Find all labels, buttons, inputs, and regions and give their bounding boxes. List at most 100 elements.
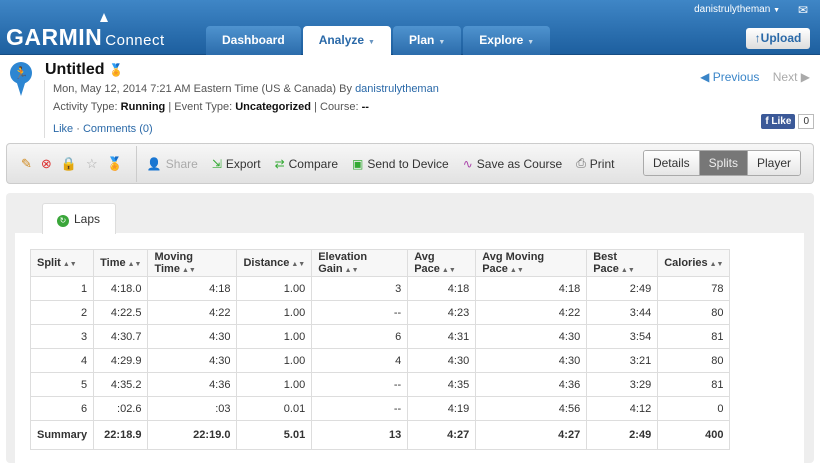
save-as-course-button[interactable]: ∿ Save as Course (463, 157, 562, 171)
splits-view-button[interactable]: Splits (698, 151, 747, 175)
table-cell: 2 (29, 300, 95, 325)
table-cell: 4:30 (147, 324, 238, 349)
column-header[interactable]: Moving Time ▲▼ (147, 249, 238, 277)
column-header[interactable]: Best Pace ▲▼ (586, 249, 659, 277)
table-cell: 4:30.7 (93, 324, 149, 349)
column-header[interactable]: Elevation Gain ▲▼ (311, 249, 409, 277)
lock-icon[interactable]: 🔒 (61, 156, 77, 172)
fb-like-label: Like (771, 116, 792, 127)
table-cell: 4:36 (147, 372, 238, 397)
table-cell: 4:18 (147, 276, 238, 301)
table-cell: 81 (657, 324, 731, 349)
table-cell: 4:35.2 (93, 372, 149, 397)
table-cell: 4:30 (407, 348, 477, 373)
like-link[interactable]: Like (53, 123, 73, 135)
compare-button[interactable]: ⇄ Compare (275, 157, 338, 171)
laps-tab-label: Laps (74, 212, 101, 226)
summary-cell: 2:49 (586, 420, 659, 450)
table-cell: 4:31 (407, 324, 477, 349)
table-cell: 4:18 (475, 276, 588, 301)
summary-cell: 5.01 (236, 420, 313, 450)
compare-label: Compare (288, 156, 338, 171)
sort-icon: ▲▼ (127, 261, 142, 268)
tab-analyze[interactable]: Analyze ▼ (302, 26, 391, 55)
summary-cell: 22:18.9 (93, 420, 149, 450)
sort-icon: ▲▼ (509, 267, 524, 274)
table-cell: 80 (657, 348, 731, 373)
table-row: 5 4:35.2 4:36 1.00 -- 4:35 4:36 3:29 81 (29, 372, 731, 397)
send-to-device-button[interactable]: ▣ Send to Device (352, 157, 449, 171)
summary-cell: 22:19.0 (147, 420, 238, 450)
activity-title[interactable]: Untitled 🏅 (45, 61, 124, 79)
garmin-connect-logo[interactable]: GARMIN Connect (6, 13, 165, 51)
column-header[interactable]: Calories ▲▼ (657, 249, 731, 277)
save-course-label: Save as Course (476, 156, 563, 171)
table-cell: 1.00 (236, 324, 313, 349)
table-cell: 1.00 (236, 372, 313, 397)
main-nav: Dashboard Analyze ▼ Plan ▼ Explore ▼ (206, 26, 551, 55)
upload-button[interactable]: ↑Upload (746, 28, 810, 49)
next-link[interactable]: Next ▶ (773, 70, 810, 84)
previous-label: Previous (712, 70, 760, 84)
next-label: Next (772, 70, 798, 84)
table-cell: 4:22 (147, 300, 238, 325)
badge-icon[interactable]: 🏅 (107, 156, 123, 172)
table-cell: 4:18.0 (93, 276, 149, 301)
table-cell: 80 (657, 300, 731, 325)
star-icon[interactable]: ☆ (86, 156, 98, 172)
chevron-down-icon: ▼ (527, 39, 535, 46)
player-view-button[interactable]: Player (746, 151, 800, 175)
tab-dashboard[interactable]: Dashboard (206, 26, 301, 55)
activity-meta: Mon, May 12, 2014 7:21 AM Eastern Time (… (44, 80, 439, 138)
previous-link[interactable]: ◀ Previous (700, 70, 759, 84)
owner-link[interactable]: danistrulytheman (355, 83, 439, 95)
export-button[interactable]: ⇲ Export (212, 157, 261, 171)
share-button[interactable]: 👤 Share (147, 157, 198, 171)
send-label: Send to Device (367, 156, 449, 171)
table-row: 6:02.6:03 0.01 -- 4:19 4:56 4:12 0 (29, 396, 731, 421)
table-cell: 4:36 (475, 372, 588, 397)
column-header[interactable]: Time ▲▼ (93, 249, 149, 277)
facebook-like-button[interactable]: f Like (761, 114, 796, 129)
delete-icon[interactable]: ⊗ (41, 156, 52, 172)
send-to-device-icon: ▣ (352, 156, 364, 171)
details-view-button[interactable]: Details (643, 151, 699, 175)
course-value: -- (361, 101, 369, 113)
column-header[interactable]: Distance ▲▼ (236, 249, 313, 277)
column-header-label: Distance (243, 257, 290, 269)
chevron-down-icon: ▼ (773, 7, 780, 14)
event-label: Event Type: (174, 101, 233, 113)
table-cell: 2:49 (586, 276, 659, 301)
column-header[interactable]: Avg Pace ▲▼ (407, 249, 477, 277)
user-menu[interactable]: danistrulytheman ▼ (694, 4, 780, 15)
tab-label: Analyze (318, 33, 365, 47)
table-row: 4 4:29.9 4:30 1.00 4 4:30 4:30 3:21 80 (29, 348, 731, 373)
summary-cell: 4:27 (407, 420, 477, 450)
table-cell: 3:44 (586, 300, 659, 325)
table-cell: 6 (311, 324, 409, 349)
pencil-icon[interactable]: ✎ (21, 156, 32, 172)
title-text: Untitled (45, 61, 105, 78)
top-header: GARMIN Connect danistrulytheman ▼ ✉ Dashb… (0, 0, 820, 55)
laps-tab[interactable]: ↻ Laps (42, 203, 116, 234)
column-header[interactable]: Avg Moving Pace ▲▼ (475, 249, 588, 277)
table-cell: :02.6 (93, 396, 149, 421)
course-label: Course: (320, 101, 359, 113)
table-cell: 1.00 (236, 348, 313, 373)
tab-plan[interactable]: Plan ▼ (392, 26, 462, 55)
table-cell: 3:21 (586, 348, 659, 373)
by-label: By (339, 83, 352, 95)
export-label: Export (225, 156, 261, 171)
comments-link[interactable]: Comments (0) (83, 123, 153, 135)
mail-icon[interactable]: ✉ (798, 3, 808, 17)
table-cell: 5 (29, 372, 95, 397)
activity-type: Running (120, 101, 166, 113)
print-button[interactable]: ⎙ Print (576, 156, 614, 171)
table-cell: 4:19 (407, 396, 477, 421)
table-cell: 6 (29, 396, 95, 421)
sort-icon: ▲▼ (62, 261, 77, 268)
column-header[interactable]: Split ▲▼ (29, 249, 95, 277)
chevron-down-icon: ▼ (438, 39, 446, 46)
sort-icon: ▲▼ (344, 267, 359, 274)
tab-explore[interactable]: Explore ▼ (463, 26, 551, 55)
